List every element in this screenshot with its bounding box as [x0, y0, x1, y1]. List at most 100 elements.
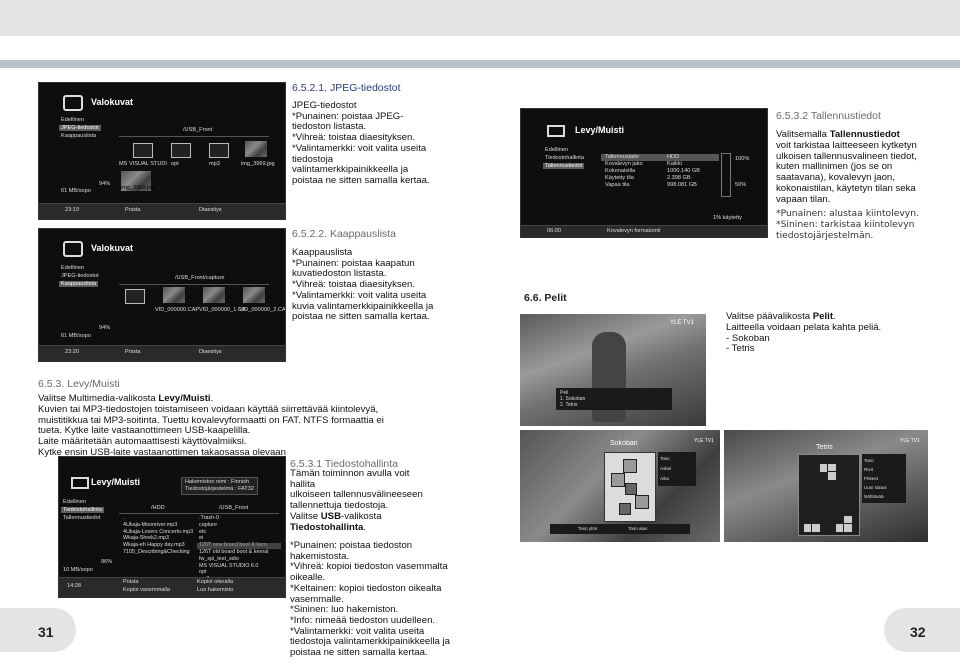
- header-bar: [0, 0, 960, 36]
- clock: 23:20: [65, 349, 79, 355]
- usage-50: 50%: [735, 182, 747, 188]
- divider: [119, 136, 269, 137]
- menu-item: Edellinen: [545, 147, 569, 153]
- text-jpeg: JPEG-tiedostot *Punainen: poistaa JPEG- …: [292, 100, 430, 186]
- sokoban-bar: [550, 524, 690, 534]
- menu-item: Tiedostohallinta: [545, 155, 584, 161]
- capture-thumbnail: [203, 287, 225, 303]
- sokoban-wall: [623, 459, 637, 473]
- sokoban-screenshot: Sokoban Taso Askel Aika YLE TV1 Taso ylö…: [520, 430, 720, 542]
- usb-icon: [71, 477, 89, 489]
- path-label: /USB_Front: [183, 127, 213, 133]
- sokoban-channel: YLE TV1: [694, 438, 714, 444]
- sokoban-board: [604, 452, 656, 522]
- tetris-block: [843, 523, 853, 533]
- tallennus-screenshot: Levy/Muisti Edellinen Tiedostohallinta T…: [520, 108, 768, 238]
- tetris-block: [811, 523, 821, 533]
- yellow-button-label: Kopioi oikealla: [197, 579, 234, 585]
- camera-icon: [63, 95, 83, 111]
- text-pelit-body: Laitteella voidaan pelata kahta peliä. -…: [726, 322, 882, 355]
- text-tiedostohallinta-name: Tiedostohallinta.: [290, 522, 367, 533]
- preview-caption: img_3969.jpg: [121, 185, 155, 191]
- menu-item-selected: Tallennustiedot: [543, 163, 585, 169]
- green-button-label: Diaesitys: [199, 207, 222, 213]
- menu-item-selected: Kaappauslista: [59, 281, 99, 287]
- clock: 06:00: [547, 228, 561, 234]
- menu-item: JPEG-tiedostot: [61, 273, 99, 279]
- usage-percent: 94%: [99, 325, 111, 331]
- page-number: 32: [910, 624, 926, 640]
- page-number: 31: [38, 624, 54, 640]
- usage-speed: 61 MB/sopo: [61, 188, 91, 194]
- divider: [119, 513, 279, 514]
- kaappaus-screenshot: Valokuvat Edellinen JPEG-tiedostot Kaapp…: [38, 228, 286, 362]
- heading-pelit: 6.6. Pelit: [524, 292, 567, 304]
- left-path: /HDD: [151, 505, 165, 511]
- game-menu: Peli 1. Sokoban 2. Tetris: [556, 388, 672, 410]
- text-levy-body: Kuvien tai MP3-tiedostojen toistamiseen …: [38, 404, 384, 458]
- red-button-label: Poista: [125, 207, 141, 213]
- blue-button-label: Luo hakemisto: [197, 587, 234, 593]
- tetris-block: [827, 471, 837, 481]
- folder-icon: [133, 143, 153, 158]
- file-name: mp3: [209, 161, 220, 167]
- sokoban-down-label: Taso alas: [628, 526, 648, 531]
- usage-100: 100%: [735, 156, 750, 162]
- levy-screenshot: Levy/Muisti Hakemiston nimi : Finnish Ti…: [58, 456, 286, 598]
- red-button-label: Kovalevyn formatointi: [607, 228, 661, 234]
- right-path: /USB_Front: [219, 505, 249, 511]
- valokuvat-screenshot: Valokuvat Edellinen JPEG-tiedostot Kaapp…: [38, 82, 286, 220]
- sokoban-title: Sokoban: [610, 440, 638, 447]
- green-button-label: Kopioi vasemmalla: [123, 587, 170, 593]
- usage-percent: 96%: [101, 559, 113, 565]
- text-kaappaus: Kaappauslista *Punainen: poistaa kaapatu…: [292, 247, 434, 323]
- text-tallennus-keys: *Punainen: alustaa kiintolevyn. *Sininen…: [776, 208, 919, 241]
- file-name: VID_000000.CAP: [155, 307, 200, 313]
- tetris-channel: YLE TV1: [900, 438, 920, 444]
- heading-kaappaus: 6.5.2.2. Kaappauslista: [292, 228, 396, 240]
- heading-jpeg: 6.5.2.1. JPEG-tiedostot: [292, 82, 401, 94]
- file-name: opt: [171, 161, 179, 167]
- left-file-list: .. 4Ukaja-Moonriver.mp3 4Ukaja-Lovers Co…: [123, 515, 194, 555]
- info-table-values: HDD Kaikki 1000.140 GB 2.398 GB 998.081 …: [667, 154, 700, 188]
- menu-item: Edellinen: [61, 117, 85, 123]
- menu-item-selected: JPEG-tiedostot: [59, 125, 101, 131]
- menu-item: Kaappauslista: [61, 133, 97, 139]
- file-name: img_3969.jpg: [241, 161, 275, 167]
- usb-icon: [547, 125, 565, 137]
- sokoban-up-label: Taso ylös: [578, 526, 598, 531]
- sokoban-wall: [635, 495, 649, 509]
- path-label: /USB_Front/capture: [175, 275, 225, 281]
- usage-speed: 10 MB/sopo: [63, 567, 93, 573]
- screen-title: Levy/Muisti: [91, 477, 141, 487]
- capture-thumbnail: [243, 287, 265, 303]
- up-folder-icon: [125, 289, 145, 304]
- sokoban-box: [625, 483, 637, 495]
- capture-thumbnail: [163, 287, 185, 303]
- sokoban-wall: [611, 473, 625, 487]
- image-thumbnail: [245, 141, 267, 157]
- file-name: MS VISUAL STUDI: [119, 161, 167, 167]
- heading-tallennustiedot: 6.5.3.2 Tallennustiedot: [776, 110, 881, 122]
- text-tiedostohallinta-intro: Tämän toiminnon avulla voit hallita ulko…: [290, 468, 423, 512]
- menu-item: Tallennustiedot: [63, 515, 101, 521]
- divider: [119, 284, 269, 285]
- menu-item-selected: Tiedostohallinta: [61, 507, 104, 513]
- text-tallennus-body: voit tarkistaa laitteeseen kytketyn ulko…: [776, 140, 917, 205]
- tetris-title: Tetris: [816, 444, 833, 451]
- screen-title: Levy/Muisti: [575, 125, 625, 135]
- red-button-label: Poista: [125, 349, 141, 355]
- tetris-screenshot: Tetris Taso Rivit Pisteet Uusi status Nä…: [724, 430, 928, 542]
- info-box: Hakemiston nimi : Finnish Tiedostojärjes…: [181, 477, 259, 495]
- screen-title: Valokuvat: [91, 97, 134, 107]
- file-name: VID_000000_2.CA: [239, 307, 286, 313]
- camera-icon: [63, 241, 83, 257]
- channel-logo: YLE TV1: [670, 320, 694, 326]
- button-bar: [59, 577, 285, 597]
- usage-bar: [721, 153, 731, 197]
- green-button-label: Diaesitys: [199, 349, 222, 355]
- usage-text: 1% käytetty: [713, 215, 742, 221]
- clock: 23:19: [65, 207, 79, 213]
- screen-title: Valokuvat: [91, 243, 134, 253]
- heading-levy: 6.5.3. Levy/Muisti: [38, 378, 120, 390]
